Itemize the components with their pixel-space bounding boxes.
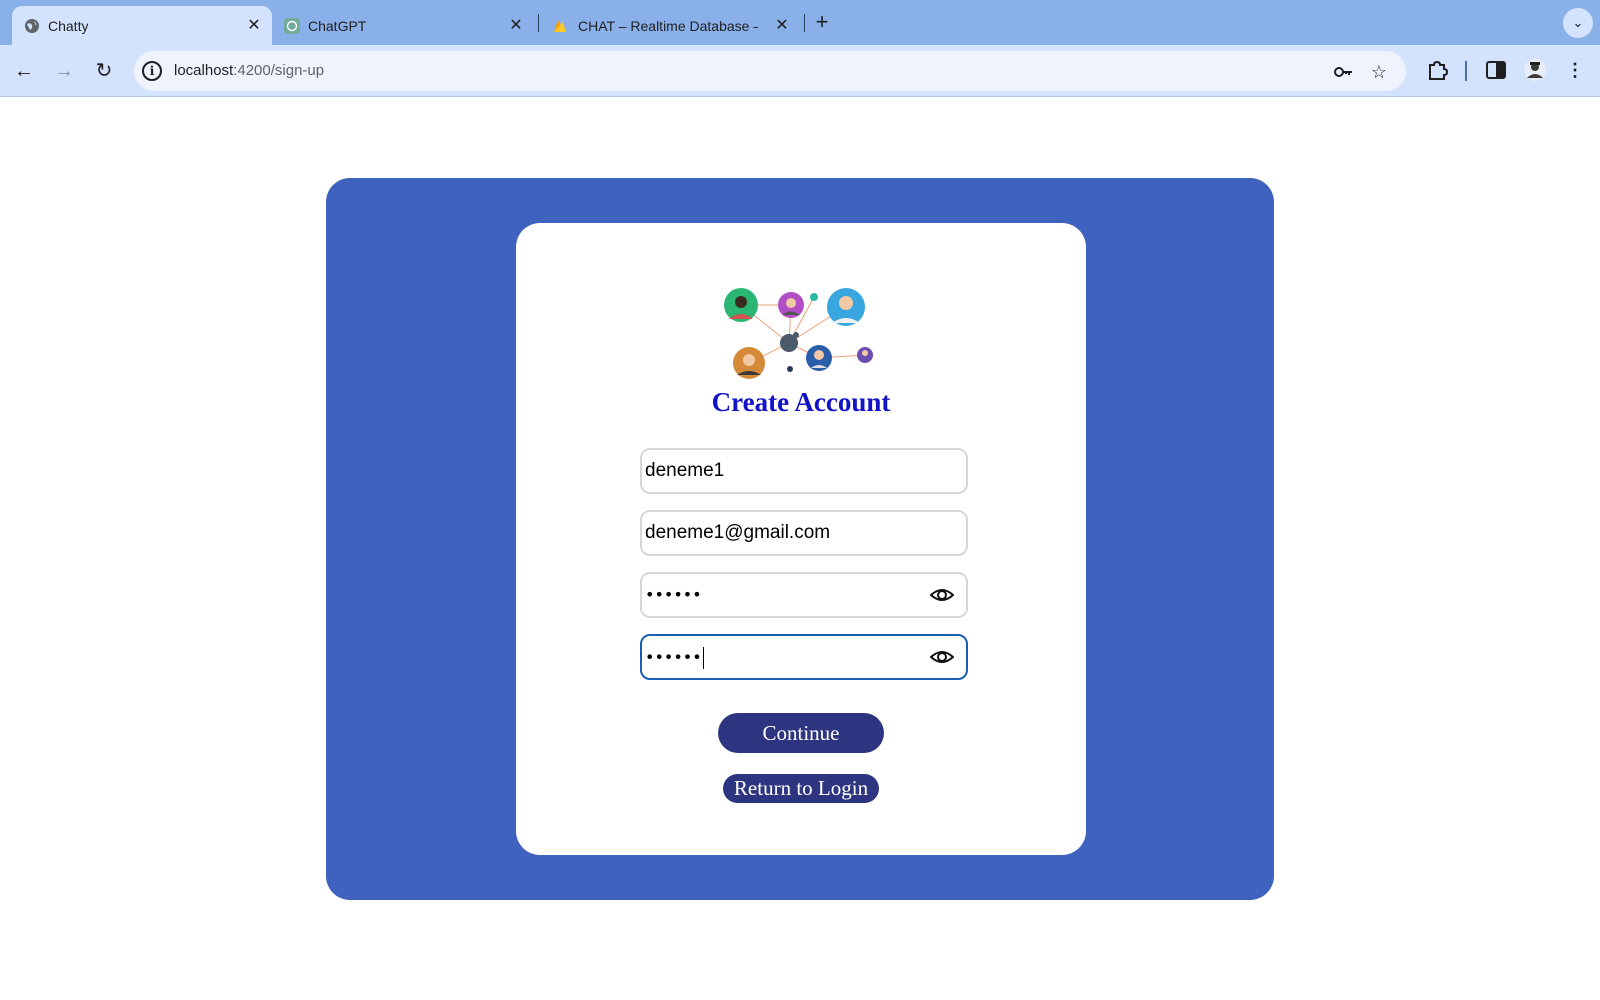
tab-close-icon[interactable]: ✕ [506,16,526,36]
signup-card: Create Account •••••• •••••• Continue Re… [516,223,1086,855]
chatgpt-icon [284,18,300,34]
tab-title: Chatty [48,18,89,34]
firebase-icon [554,20,566,32]
page-title: Create Account [711,387,891,417]
new-tab-button[interactable]: + [810,10,834,34]
url-path: :4200/sign-up [233,62,325,79]
page-content: Create Account •••••• •••••• Continue Re… [0,97,1600,1000]
confirm-password-input[interactable]: •••••• [645,647,704,669]
back-arrow-icon[interactable]: ← [10,57,38,85]
more-menu-icon[interactable]: ⋮ [1562,57,1588,83]
address-url[interactable]: localhost:4200/sign-up [174,62,324,79]
forward-arrow-icon[interactable]: → [50,57,78,85]
eye-icon[interactable] [930,646,954,668]
password-key-icon[interactable] [1332,61,1354,83]
reload-icon[interactable]: ↻ [90,57,118,85]
text-caret [702,647,704,669]
url-host: localhost [174,62,234,79]
bookmark-star-icon[interactable]: ☆ [1368,61,1390,83]
tab-separator [538,14,539,32]
tab-title: CHAT – Realtime Database – [578,18,758,34]
browser-toolbar: ← → ↻ i localhost:4200/sign-up ☆ ⋮ [0,45,1600,97]
username-input[interactable] [645,450,925,492]
site-info-icon[interactable]: i [142,61,162,81]
confirm-password-field[interactable]: •••••• [640,634,968,680]
extensions-puzzle-icon[interactable] [1424,57,1450,83]
address-bar[interactable]: i localhost:4200/sign-up ☆ [134,51,1406,91]
tab-chatty[interactable]: Chatty ✕ [12,6,272,45]
profile-avatar-icon[interactable] [1522,57,1548,83]
confirm-password-mask: •••••• [645,647,702,667]
tab-close-icon[interactable]: ✕ [244,16,264,36]
globe-icon [25,19,39,33]
password-field[interactable]: •••••• [640,572,968,618]
side-panel-icon[interactable] [1483,57,1509,83]
continue-button[interactable]: Continue [718,713,884,753]
tab-separator [804,14,805,32]
tab-close-icon[interactable]: ✕ [772,16,792,36]
email-field[interactable] [640,510,968,556]
tab-search-chevron-icon[interactable]: ⌄ [1563,8,1593,38]
password-input[interactable]: •••••• [645,585,702,604]
username-field[interactable] [640,448,968,494]
tab-firebase[interactable]: CHAT – Realtime Database – ✕ [540,6,802,45]
email-input[interactable] [645,512,925,554]
network-people-logo [724,288,873,379]
tab-chatgpt[interactable]: ChatGPT ✕ [272,6,532,45]
toolbar-separator [1465,61,1467,81]
eye-icon[interactable] [930,584,954,606]
tab-title: ChatGPT [308,18,367,34]
tab-strip: Chatty ✕ ChatGPT ✕ CHAT – Realtime Datab… [0,0,1600,45]
signup-background-panel: Create Account •••••• •••••• Continue Re… [326,178,1274,900]
return-to-login-button[interactable]: Return to Login [723,774,879,803]
